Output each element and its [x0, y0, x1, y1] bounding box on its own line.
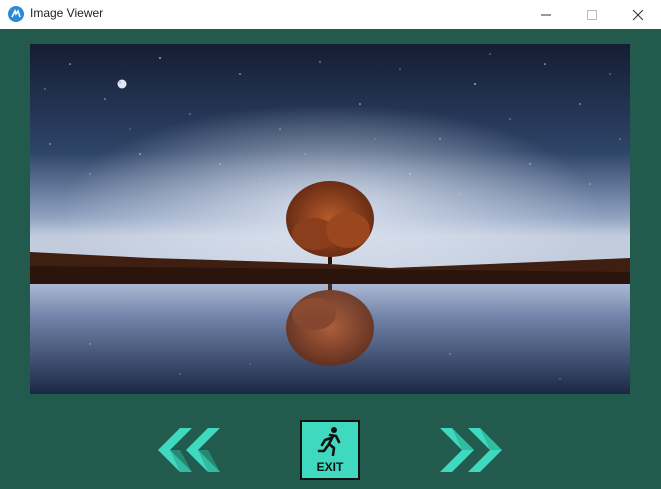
app-icon: [8, 6, 24, 22]
night-tree-photo: [30, 44, 630, 394]
image-display: [30, 44, 630, 394]
exit-button[interactable]: EXIT: [300, 420, 360, 480]
close-button[interactable]: [615, 0, 661, 29]
minimize-icon: [541, 14, 551, 15]
app-window: Image Viewer EXIT: [0, 0, 661, 489]
minimize-button[interactable]: [523, 0, 569, 29]
window-title: Image Viewer: [30, 6, 104, 20]
exit-label: EXIT: [316, 460, 344, 474]
maximize-icon: [587, 9, 597, 20]
running-man-exit-icon: [317, 427, 341, 456]
double-chevron-left-icon: [158, 428, 220, 472]
previous-image-button[interactable]: [158, 428, 220, 472]
maximize-button[interactable]: [569, 0, 615, 29]
double-chevron-right-icon: [440, 428, 502, 472]
next-image-button[interactable]: [440, 428, 502, 472]
close-icon: [632, 9, 644, 20]
title-bar: Image Viewer: [0, 0, 661, 29]
